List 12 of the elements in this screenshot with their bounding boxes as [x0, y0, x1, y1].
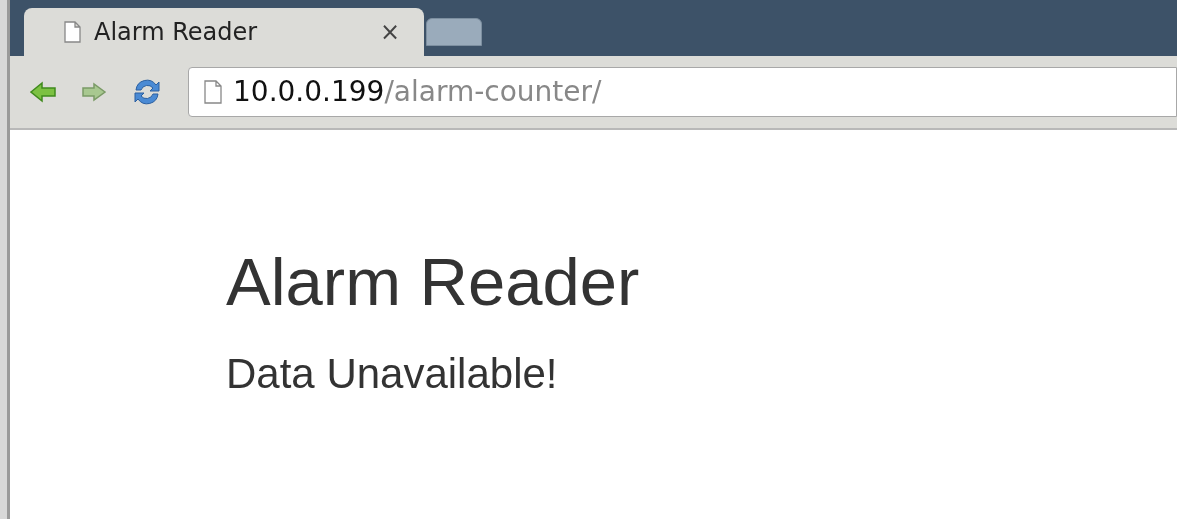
page-icon — [203, 80, 223, 104]
reload-icon[interactable] — [132, 77, 162, 107]
url-text: 10.0.0.199/alarm-counter/ — [233, 74, 602, 110]
back-icon[interactable] — [30, 81, 56, 103]
forward-icon[interactable] — [82, 82, 106, 102]
browser-tab[interactable]: Alarm Reader × — [24, 8, 424, 56]
tab-title: Alarm Reader — [94, 17, 259, 48]
page-icon — [64, 21, 82, 43]
close-icon[interactable]: × — [379, 14, 400, 50]
address-bar[interactable]: 10.0.0.199/alarm-counter/ — [188, 67, 1177, 117]
page-heading: Alarm Reader — [226, 248, 640, 315]
status-message: Data Unavailable! — [226, 353, 558, 395]
